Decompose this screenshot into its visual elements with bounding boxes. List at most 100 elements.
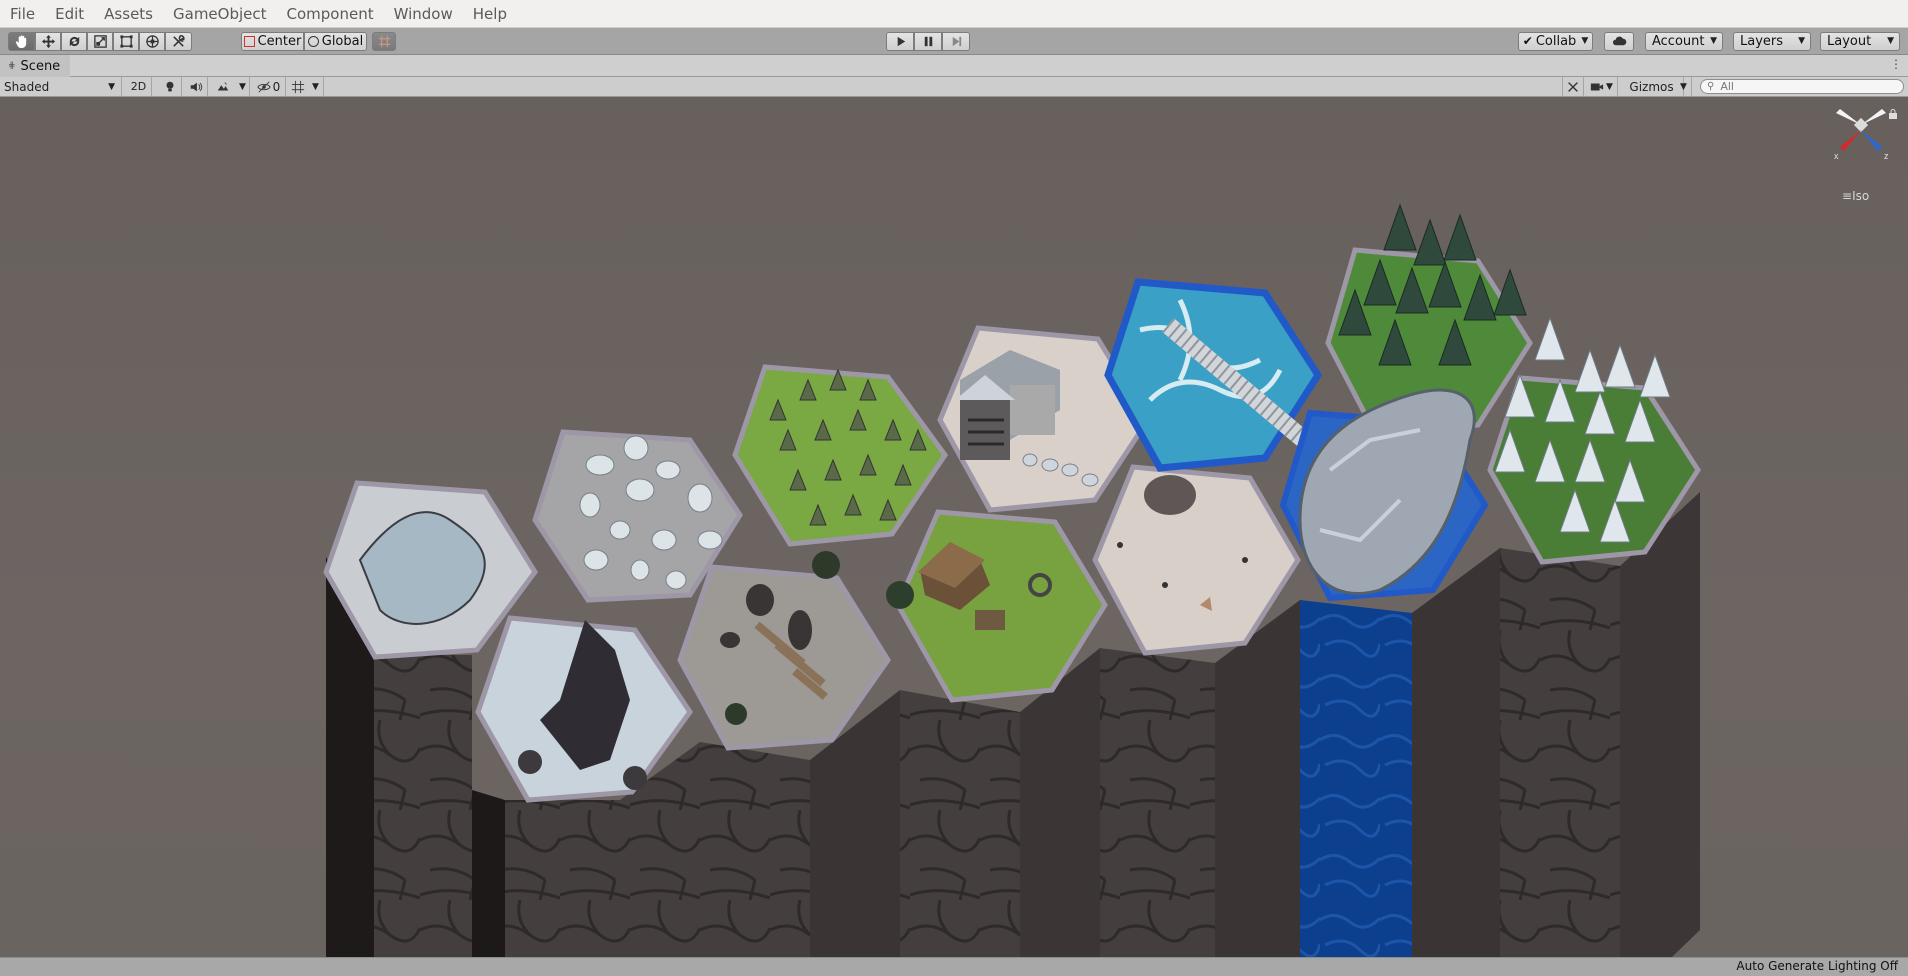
rect-transform-icon (119, 35, 133, 48)
move-icon (41, 34, 55, 49)
eye-hidden-icon (257, 80, 271, 93)
orientation-gizmo[interactable]: x z (1826, 105, 1896, 185)
scene-toolbar: Shaded ▼ 2D ▼ 0 ▼ ▼ Gizmos ▼ ⚲ All (0, 77, 1908, 97)
transform-tool-button[interactable] (139, 32, 165, 51)
2d-label: 2D (130, 80, 147, 93)
hand-icon (15, 35, 27, 49)
play-button[interactable] (886, 32, 914, 51)
hamburger-icon: ≡ (1842, 189, 1853, 203)
menu-file[interactable]: File (0, 0, 45, 28)
status-message: Auto Generate Lighting Off (1736, 959, 1898, 973)
space-label: Global (321, 34, 364, 49)
scene-viewport[interactable]: x z ≡Iso (0, 97, 1908, 957)
hex-terrain-scene (323, 203, 1701, 957)
menu-help[interactable]: Help (463, 0, 517, 28)
chevron-down-icon: ▼ (312, 81, 319, 92)
crossed-tools-icon (1568, 81, 1578, 92)
move-tool-button[interactable] (35, 32, 61, 51)
layers-dropdown[interactable]: Layers ▼ (1733, 32, 1811, 51)
hex-tile-grass-field (732, 364, 949, 547)
layers-label: Layers (1740, 34, 1784, 49)
gizmo-x-label: x (1834, 151, 1839, 161)
main-toolbar: Center Global ✔ Collab ▼ Account ▼ Layer… (0, 28, 1908, 55)
grid-toggle[interactable] (288, 77, 308, 96)
gizmo-x-axis[interactable] (1840, 130, 1861, 151)
draw-mode-dropdown[interactable]: Shaded ▼ (0, 77, 122, 96)
projection-label: Iso (1852, 189, 1870, 203)
speaker-icon (190, 82, 202, 91)
cloud-icon (1612, 36, 1626, 46)
camera-dropdown[interactable]: ▼ (1586, 77, 1618, 96)
rotate-tool-button[interactable] (61, 32, 87, 51)
menu-component[interactable]: Component (277, 0, 384, 28)
tab-menu-icon[interactable]: ⋮ (1890, 57, 1902, 71)
search-icon: ⚲ (1707, 81, 1715, 92)
tools-overlay-toggle[interactable] (1562, 77, 1584, 96)
chevron-down-icon: ▼ (1680, 81, 1687, 92)
effects-toggle[interactable] (210, 77, 236, 96)
rect-tool-button[interactable] (113, 32, 139, 51)
menu-gameobject[interactable]: GameObject (163, 0, 277, 28)
chevron-down-icon: ▼ (1887, 36, 1894, 46)
chevron-down-icon: ▼ (239, 81, 246, 92)
gizmo-z-axis[interactable] (1861, 130, 1882, 151)
hierarchy-search-input[interactable]: ⚲ All (1700, 79, 1904, 94)
collab-label: Collab (1535, 34, 1577, 49)
account-label: Account (1652, 34, 1705, 49)
audio-toggle[interactable] (184, 77, 208, 96)
draw-mode-label: Shaded (4, 79, 50, 94)
hand-tool-button[interactable] (8, 32, 35, 51)
chevron-down-icon: ▼ (1798, 36, 1805, 46)
wrench-icon (173, 35, 185, 47)
pause-button[interactable] (914, 32, 942, 51)
camera-icon (1590, 83, 1604, 90)
step-button[interactable] (942, 32, 970, 51)
status-bar: Auto Generate Lighting Off (0, 957, 1908, 976)
menu-edit[interactable]: Edit (45, 0, 94, 28)
2d-toggle[interactable]: 2D (126, 77, 152, 96)
collab-dropdown[interactable]: ✔ Collab ▼ (1518, 32, 1593, 51)
projection-toggle[interactable]: ≡Iso (1842, 189, 1869, 203)
pivot-icon (243, 36, 255, 47)
gizmos-dropdown[interactable]: Gizmos (1620, 77, 1684, 96)
tab-scene[interactable]: ⋕ Scene (0, 55, 70, 77)
layout-dropdown[interactable]: Layout ▼ (1820, 32, 1900, 51)
grid-snap-icon (378, 35, 390, 48)
chevron-down-icon: ▼ (108, 81, 115, 92)
custom-tool-button[interactable] (165, 32, 192, 51)
scene-visibility-toggle[interactable]: 0 (252, 77, 286, 96)
pause-icon (924, 36, 932, 47)
gizmo-z-label: z (1884, 151, 1889, 161)
gizmos-arrow[interactable]: ▼ (1676, 77, 1692, 96)
transform-icon (145, 35, 159, 48)
cloud-button[interactable] (1604, 32, 1634, 51)
menu-window[interactable]: Window (384, 0, 463, 28)
lighting-toggle[interactable] (158, 77, 182, 96)
menu-bar: File Edit Assets GameObject Component Wi… (0, 0, 1908, 28)
effects-dropdown[interactable]: ▼ (236, 77, 250, 96)
scene-tab-bar: ⋕ Scene ⋮ (0, 55, 1908, 77)
chevron-down-icon: ▼ (1606, 81, 1613, 92)
effects-icon (217, 81, 229, 90)
chevron-down-icon: ▼ (1581, 36, 1589, 46)
hex-tile-camp (677, 564, 891, 751)
menu-assets[interactable]: Assets (94, 0, 163, 28)
lock-icon[interactable] (1888, 109, 1898, 119)
gizmo-center-cube[interactable] (1853, 117, 1869, 133)
grid-dropdown[interactable]: ▼ (308, 77, 324, 96)
space-toggle-button[interactable]: Global (304, 32, 367, 51)
snap-grid-button[interactable] (372, 32, 396, 51)
rotate-icon (69, 36, 79, 47)
scale-tool-button[interactable] (87, 32, 113, 51)
play-icon (897, 36, 905, 47)
lightbulb-icon (166, 81, 173, 91)
chevron-down-icon: ▼ (1710, 36, 1717, 46)
scale-icon (93, 35, 107, 48)
globe-icon (307, 36, 319, 47)
gizmos-label: Gizmos (1629, 79, 1674, 94)
hex-tile-lake (1104, 278, 1323, 472)
check-icon: ✔ (1522, 34, 1533, 48)
pivot-toggle-button[interactable]: Center (241, 32, 304, 51)
grid-icon (291, 80, 305, 93)
account-dropdown[interactable]: Account ▼ (1645, 32, 1723, 51)
